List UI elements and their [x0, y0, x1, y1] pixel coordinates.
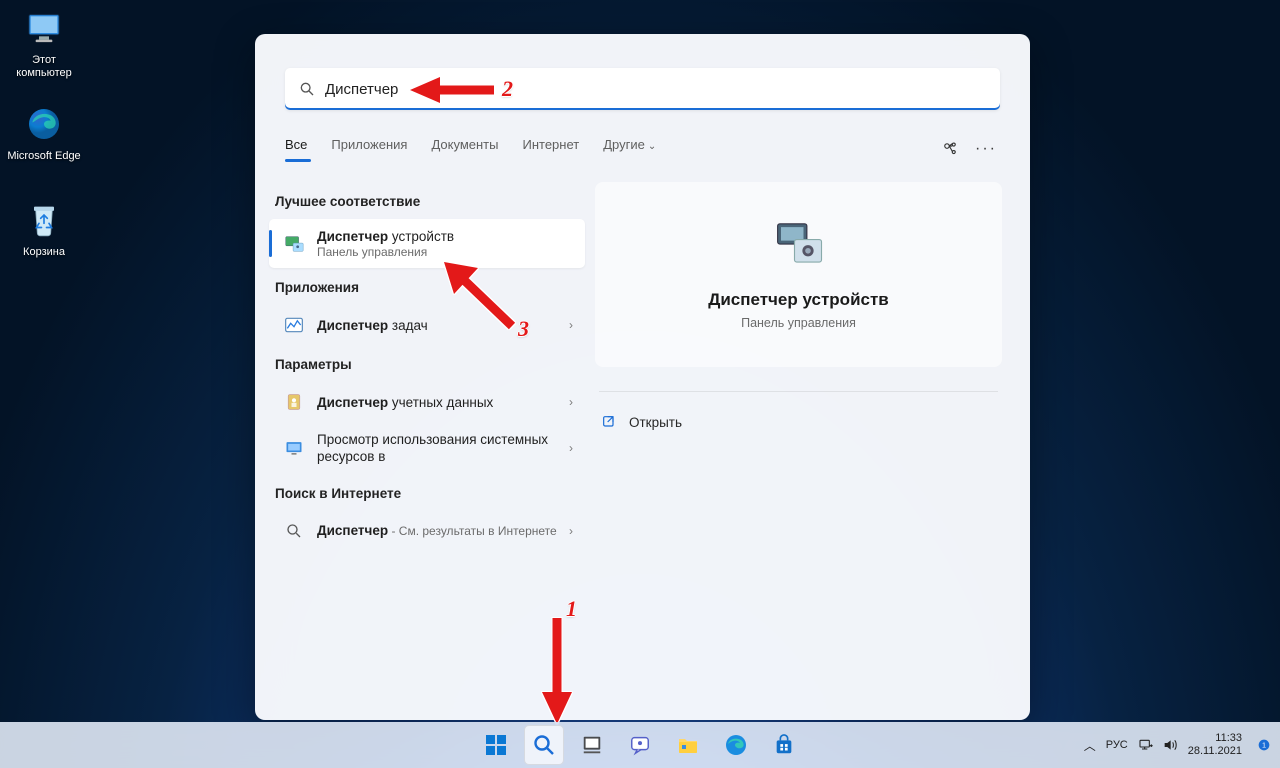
chevron-right-icon: › [565, 318, 577, 332]
taskbar-tray: ︿ РУС 11:33 28.11.2021 1 [1084, 732, 1272, 758]
start-button[interactable] [476, 725, 516, 765]
search-tabs: Все Приложения Документы Интернет Другие… [285, 132, 1000, 166]
annotation-arrow-2 [410, 75, 496, 110]
search-icon [283, 520, 305, 542]
accounts-icon[interactable] [936, 135, 964, 163]
chevron-right-icon: › [565, 395, 577, 409]
preview-subtitle: Панель управления [741, 316, 856, 330]
result-device-manager[interactable]: Диспетчер устройств Панель управления [269, 219, 585, 268]
explorer-button[interactable] [668, 725, 708, 765]
tray-language[interactable]: РУС [1106, 739, 1128, 751]
tab-documents[interactable]: Документы [431, 137, 498, 162]
edge-icon [22, 102, 66, 146]
taskbar: ︿ РУС 11:33 28.11.2021 1 [0, 722, 1280, 768]
task-manager-icon [283, 314, 305, 336]
search-bar[interactable] [285, 68, 1000, 110]
desktop-icon-label: Корзина [6, 246, 82, 259]
section-best-match: Лучшее соответствие [269, 182, 585, 219]
section-web: Поиск в Интернете [269, 474, 585, 511]
recycle-icon [22, 198, 66, 242]
tab-apps[interactable]: Приложения [331, 137, 407, 162]
chevron-right-icon: › [565, 524, 577, 538]
preview-column: Диспетчер устройств Панель управления От… [585, 172, 1030, 720]
more-icon[interactable]: ··· [972, 135, 1000, 163]
open-icon [601, 414, 617, 430]
result-title: Диспетчер устройств [317, 228, 577, 245]
credential-icon [283, 391, 305, 413]
search-button[interactable] [524, 725, 564, 765]
tray-clock[interactable]: 11:33 28.11.2021 [1188, 732, 1242, 758]
annotation-label-3: 3 [518, 316, 529, 342]
tab-web[interactable]: Интернет [522, 137, 579, 162]
desktop-icon-recycle[interactable]: Корзина [6, 198, 82, 259]
result-resource-monitor[interactable]: Просмотр использования системных ресурсо… [269, 422, 585, 474]
device-manager-icon [771, 216, 827, 272]
result-task-manager[interactable]: Диспетчер задач › [269, 305, 585, 345]
preview-title: Диспетчер устройств [708, 290, 889, 310]
tab-all[interactable]: Все [285, 137, 307, 162]
device-manager-icon [283, 233, 305, 255]
store-button[interactable] [764, 725, 804, 765]
result-web-search[interactable]: Диспетчер - См. результаты в Интернете › [269, 511, 585, 551]
annotation-label-2: 2 [502, 76, 513, 102]
desktop-icon-edge[interactable]: Microsoft Edge [6, 102, 82, 163]
taskbar-center [476, 725, 804, 765]
result-credential-manager[interactable]: Диспетчер учетных данных › [269, 382, 585, 422]
tab-more[interactable]: Другие⌄ [603, 137, 656, 162]
edge-button[interactable] [716, 725, 756, 765]
section-apps: Приложения [269, 268, 585, 305]
result-title: Диспетчер - См. результаты в Интернете [317, 522, 565, 540]
network-icon[interactable] [1138, 737, 1154, 753]
annotation-arrow-1 [539, 614, 575, 731]
notifications-icon[interactable]: 1 [1256, 737, 1272, 753]
volume-icon[interactable] [1162, 737, 1178, 753]
desktop-icon-label: Microsoft Edge [6, 150, 82, 163]
tray-overflow[interactable]: ︿ [1084, 737, 1096, 754]
resource-monitor-icon [283, 437, 305, 459]
search-popup: Все Приложения Документы Интернет Другие… [255, 34, 1030, 720]
search-icon [299, 81, 315, 97]
result-subtitle: Панель управления [317, 245, 577, 259]
result-title: Просмотр использования системных ресурсо… [317, 431, 565, 465]
preview-card: Диспетчер устройств Панель управления [595, 182, 1002, 367]
annotation-label-1: 1 [566, 596, 577, 622]
divider [599, 391, 998, 392]
result-title: Диспетчер учетных данных [317, 394, 565, 411]
annotation-arrow-3 [440, 258, 520, 339]
pc-icon [22, 6, 66, 50]
chat-button[interactable] [620, 725, 660, 765]
section-settings: Параметры [269, 345, 585, 382]
svg-text:1: 1 [1262, 741, 1266, 750]
taskview-button[interactable] [572, 725, 612, 765]
action-open[interactable]: Открыть [595, 406, 1002, 438]
desktop-icon-label: Этот компьютер [6, 54, 82, 80]
desktop-icon-this-pc[interactable]: Этот компьютер [6, 6, 82, 80]
chevron-right-icon: › [565, 441, 577, 455]
results-column: Лучшее соответствие Диспетчер устройств … [255, 172, 585, 720]
chevron-down-icon: ⌄ [648, 141, 656, 152]
